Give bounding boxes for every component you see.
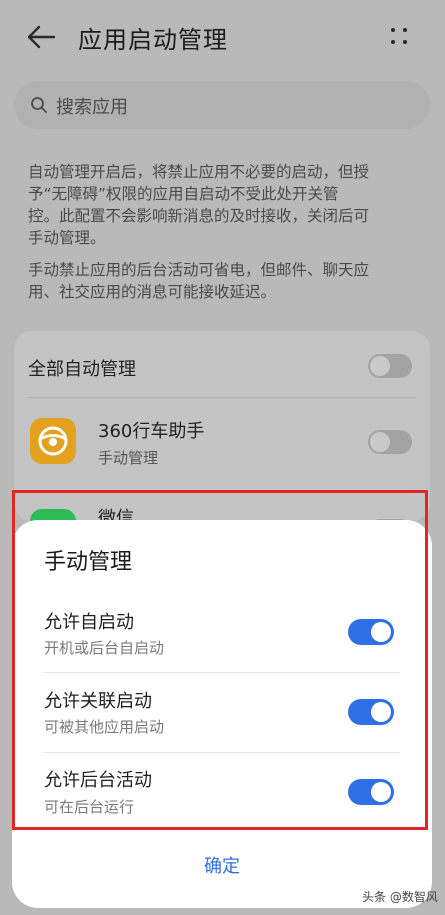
- confirm-button[interactable]: 确定: [162, 850, 282, 884]
- option-label: 允许自启动: [44, 612, 134, 633]
- option-subtitle: 可在后台运行: [44, 798, 135, 816]
- auto-start-toggle[interactable]: [348, 619, 394, 645]
- back-arrow-icon[interactable]: [26, 24, 56, 50]
- app-status: 手动管理: [98, 449, 159, 467]
- option-label: 允许后台活动: [44, 770, 152, 791]
- app-list-card: 全部自动管理 360行车助手 手动管理 微信: [14, 331, 430, 521]
- divider: [44, 752, 400, 753]
- description-paragraph-2: 手动禁止应用的后台活动可省电，但邮件、聊天应 用、社交应用的消息可能接收延迟。: [28, 261, 370, 301]
- all-auto-manage-toggle[interactable]: [368, 354, 412, 378]
- linked-start-toggle[interactable]: [348, 699, 394, 725]
- more-options-icon[interactable]: [388, 25, 412, 49]
- manual-manage-dialog: 手动管理 允许自启动 开机或后台自启动 允许关联启动 可被其他应用启动 允许后台…: [12, 520, 432, 908]
- page-title: 应用启动管理: [78, 26, 228, 54]
- option-subtitle: 开机或后台自启动: [44, 639, 165, 657]
- app-name: 微信: [98, 508, 134, 521]
- option-subtitle: 可被其他应用启动: [44, 718, 165, 736]
- background-activity-toggle[interactable]: [348, 779, 394, 805]
- search-bar[interactable]: 搜索应用: [14, 81, 430, 129]
- top-bar: 应用启动管理: [0, 0, 445, 75]
- steering-wheel-icon: [30, 418, 76, 464]
- divider: [44, 672, 400, 673]
- divider: [28, 397, 416, 398]
- watermark: 头条 @数智风: [362, 890, 438, 904]
- app-auto-manage-toggle[interactable]: [368, 430, 412, 454]
- option-label: 允许关联启动: [44, 691, 152, 712]
- description-paragraph-1: 自动管理开启后，将禁止应用不必要的启动，但授 予“无障碍”权限的应用自启动不受此…: [28, 163, 370, 247]
- app-launch-screen: 应用启动管理 搜索应用 自动管理开启后，将禁止应用不必要的启动，但授 予“无障碍…: [0, 0, 445, 915]
- app-name: 360行车助手: [98, 421, 205, 442]
- dialog-title: 手动管理: [44, 550, 133, 575]
- all-auto-manage-label: 全部自动管理: [28, 359, 136, 380]
- search-icon: [31, 97, 47, 113]
- search-input[interactable]: 搜索应用: [56, 93, 128, 119]
